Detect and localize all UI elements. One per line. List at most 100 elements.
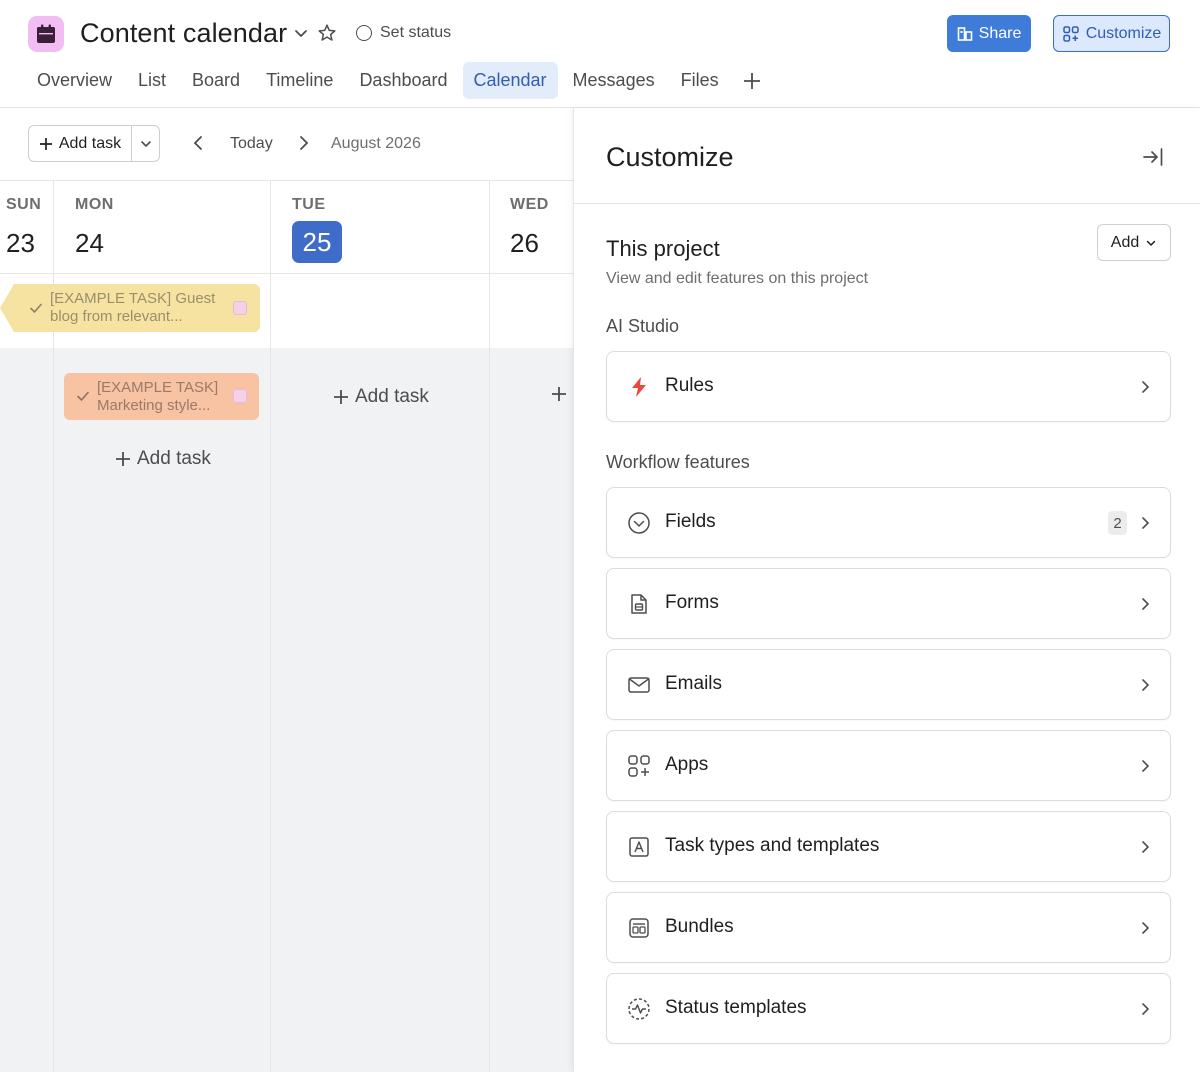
chevron-right-icon bbox=[1142, 381, 1150, 393]
chevron-right-icon bbox=[1142, 760, 1150, 772]
form-document-icon bbox=[627, 592, 651, 616]
forms-card[interactable]: Forms bbox=[606, 568, 1171, 639]
status-pulse-icon bbox=[627, 997, 651, 1021]
task-card[interactable]: [EXAMPLE TASK] Marketing style... bbox=[64, 373, 259, 420]
bundles-label: Bundles bbox=[665, 916, 734, 937]
check-icon[interactable] bbox=[29, 301, 43, 315]
emails-label: Emails bbox=[665, 673, 723, 694]
add-label: Add bbox=[1110, 233, 1140, 251]
check-icon[interactable] bbox=[76, 389, 90, 403]
calendar-grid-background bbox=[0, 348, 573, 1072]
panel-title: Customize bbox=[606, 142, 734, 172]
calendar-toolbar: Add task Today August 2026 bbox=[0, 108, 573, 181]
task-types-card[interactable]: Task types and templates bbox=[606, 811, 1171, 882]
set-status-button[interactable]: Set status bbox=[356, 24, 451, 42]
envelope-icon bbox=[627, 673, 651, 697]
status-templates-label: Status templates bbox=[665, 997, 807, 1018]
bundles-card[interactable]: Bundles bbox=[606, 892, 1171, 963]
tab-timeline[interactable]: Timeline bbox=[255, 62, 344, 99]
template-letter-icon bbox=[627, 835, 651, 859]
fields-count-badge: 2 bbox=[1108, 511, 1127, 535]
column-divider bbox=[489, 181, 490, 1072]
status-templates-card[interactable]: Status templates bbox=[606, 973, 1171, 1044]
customize-label: Customize bbox=[1085, 24, 1162, 42]
collapse-panel-icon[interactable] bbox=[1142, 146, 1164, 168]
day-number-wed: 26 bbox=[510, 228, 539, 258]
day-number-sun: 23 bbox=[6, 228, 35, 258]
apps-grid-icon bbox=[627, 754, 651, 778]
calendar-view: Add task Today August 2026 SUN 23 MON 24… bbox=[0, 108, 573, 1072]
project-tabs: Overview List Board Timeline Dashboard C… bbox=[26, 62, 762, 99]
project-title[interactable]: Content calendar bbox=[80, 18, 287, 49]
chevron-right-icon[interactable] bbox=[294, 134, 312, 152]
chevron-right-icon bbox=[1142, 922, 1150, 934]
plus-icon bbox=[116, 452, 130, 466]
chevron-left-icon[interactable] bbox=[190, 134, 208, 152]
add-task-cell-label: Add task bbox=[355, 386, 429, 407]
tab-list[interactable]: List bbox=[127, 62, 177, 99]
add-task-cell-button[interactable]: Add task bbox=[333, 386, 429, 408]
tab-files[interactable]: Files bbox=[670, 62, 730, 99]
chevron-right-icon bbox=[1142, 517, 1150, 529]
chevron-down-icon[interactable] bbox=[292, 24, 310, 42]
tab-overview[interactable]: Overview bbox=[26, 62, 123, 99]
lightning-icon bbox=[627, 375, 651, 399]
ai-studio-label: AI Studio bbox=[606, 316, 680, 336]
add-task-cell-label: Add task bbox=[137, 448, 211, 469]
task-title: [EXAMPLE TASK] Guest blog from relevant.… bbox=[50, 290, 216, 325]
set-status-label: Set status bbox=[380, 24, 452, 41]
fields-card[interactable]: Fields 2 bbox=[606, 487, 1171, 558]
add-task-dropdown[interactable] bbox=[132, 126, 159, 161]
plus-icon bbox=[552, 387, 566, 401]
share-button[interactable]: Share bbox=[947, 15, 1031, 52]
day-number-mon: 24 bbox=[75, 228, 104, 258]
column-divider bbox=[270, 181, 271, 1072]
chevron-down-icon bbox=[140, 140, 151, 147]
rules-card[interactable]: Rules bbox=[606, 351, 1171, 422]
plus-icon bbox=[334, 390, 348, 404]
calendar-icon[interactable] bbox=[28, 16, 64, 52]
plus-icon bbox=[39, 137, 52, 150]
task-card[interactable]: [EXAMPLE TASK] Guest blog from relevant.… bbox=[0, 284, 260, 332]
chevron-right-icon bbox=[1142, 679, 1150, 691]
task-types-label: Task types and templates bbox=[665, 835, 880, 856]
tab-board[interactable]: Board bbox=[181, 62, 251, 99]
add-task-cell-button[interactable]: Add task bbox=[115, 448, 211, 470]
task-color-marker bbox=[233, 301, 247, 315]
tab-messages[interactable]: Messages bbox=[562, 62, 666, 99]
share-label: Share bbox=[978, 24, 1022, 42]
task-color-marker bbox=[233, 389, 247, 403]
add-task-label: Add task bbox=[58, 134, 122, 152]
add-task-split-button: Add task bbox=[28, 125, 160, 162]
fields-label: Fields bbox=[665, 511, 716, 532]
fields-icon bbox=[627, 511, 651, 535]
chevron-right-icon bbox=[1142, 598, 1150, 610]
day-header-wed: WED bbox=[510, 196, 549, 213]
chevron-right-icon bbox=[1142, 841, 1150, 853]
add-task-button[interactable]: Add task bbox=[29, 126, 132, 161]
task-title: [EXAMPLE TASK] Marketing style... bbox=[97, 379, 219, 414]
tab-dashboard[interactable]: Dashboard bbox=[348, 62, 458, 99]
day-number-today: 25 bbox=[292, 221, 342, 263]
star-icon[interactable] bbox=[317, 23, 337, 43]
add-feature-dropdown[interactable]: Add bbox=[1097, 224, 1171, 261]
emails-card[interactable]: Emails bbox=[606, 649, 1171, 720]
row-divider bbox=[0, 273, 573, 274]
add-task-cell-button[interactable] bbox=[551, 386, 567, 402]
tab-calendar[interactable]: Calendar bbox=[462, 62, 558, 99]
today-button[interactable]: Today bbox=[230, 135, 273, 153]
customize-panel: Customize This project View and edit fea… bbox=[573, 108, 1200, 1072]
section-title: This project bbox=[606, 236, 720, 261]
chevron-right-icon bbox=[1142, 1003, 1150, 1015]
apps-label: Apps bbox=[665, 754, 709, 775]
add-tab-plus-icon[interactable] bbox=[742, 71, 762, 91]
day-header-sun: SUN bbox=[6, 196, 42, 213]
chevron-down-icon bbox=[1146, 240, 1156, 246]
month-label: August 2026 bbox=[331, 135, 421, 152]
apps-card[interactable]: Apps bbox=[606, 730, 1171, 801]
status-circle-icon bbox=[356, 25, 372, 41]
grid-plus-icon bbox=[1062, 25, 1079, 42]
section-subtitle: View and edit features on this project bbox=[606, 270, 869, 287]
forms-label: Forms bbox=[665, 592, 719, 613]
customize-button[interactable]: Customize bbox=[1053, 15, 1170, 52]
